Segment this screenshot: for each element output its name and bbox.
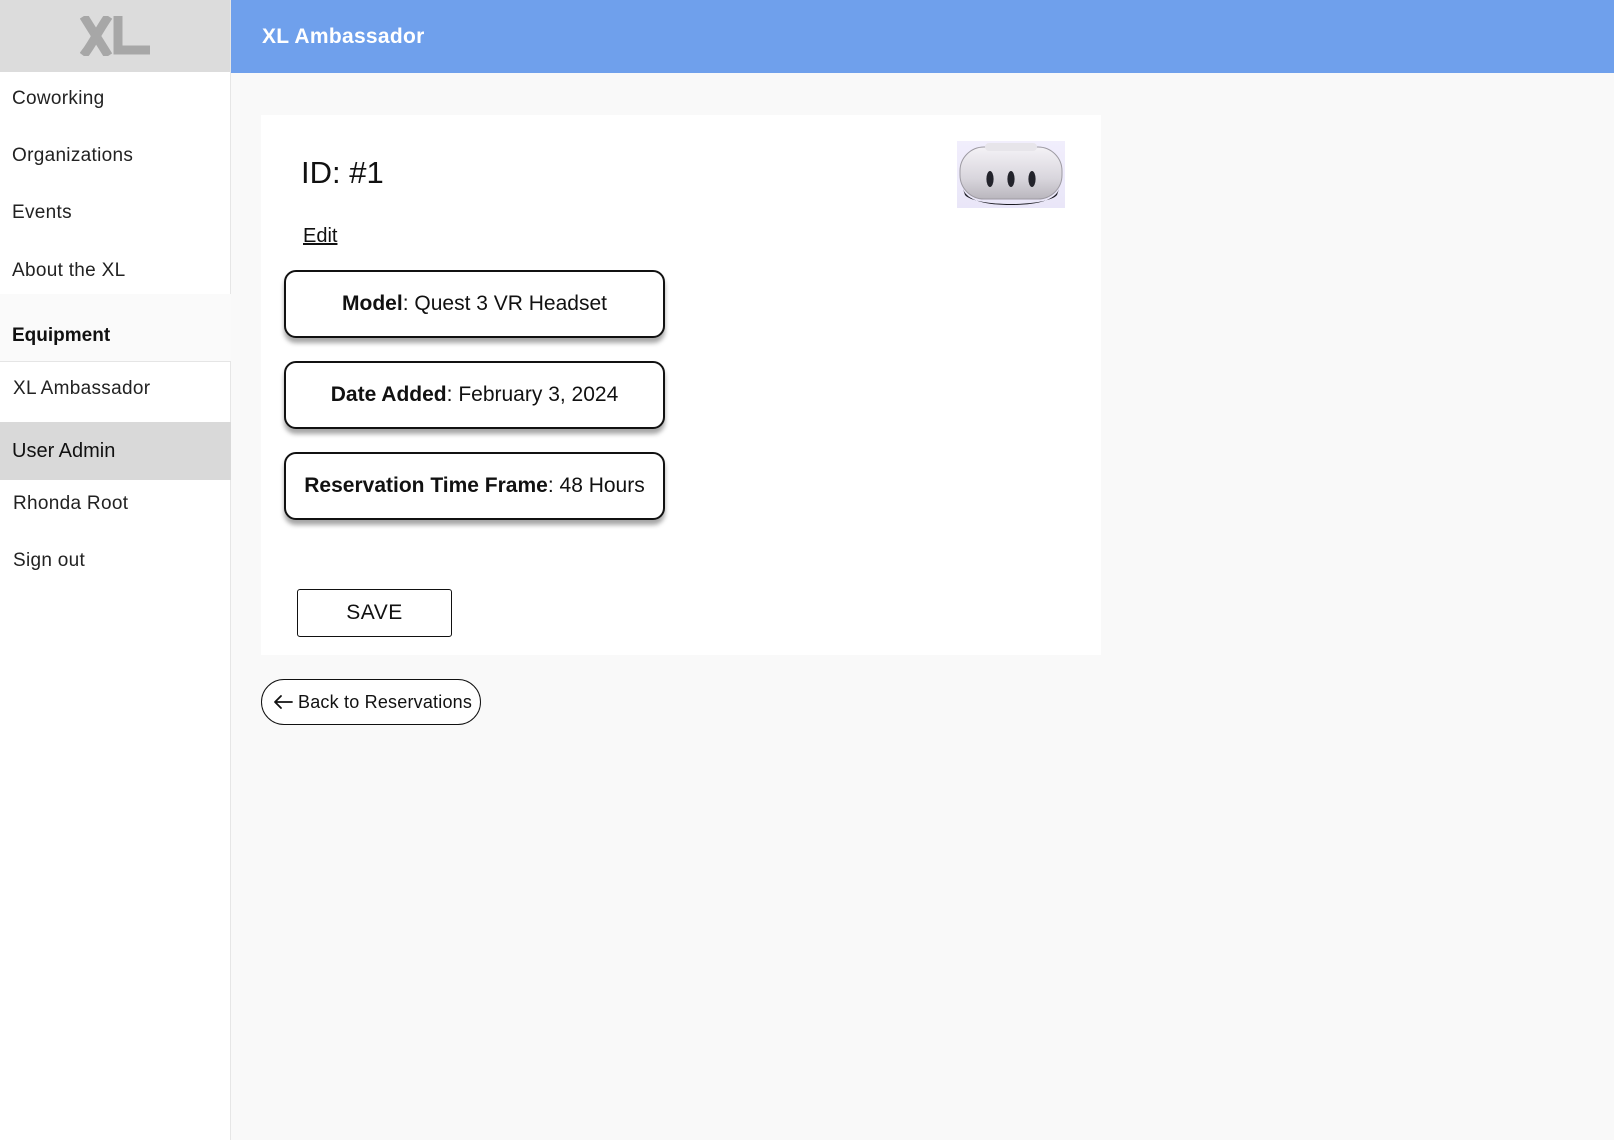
back-to-reservations-label: Back to Reservations (298, 691, 473, 712)
save-button[interactable]: SAVE (297, 589, 452, 637)
field-separator: : (402, 292, 409, 315)
section-equipment[interactable]: Equipment (0, 294, 231, 362)
arrow-left-icon (274, 695, 293, 709)
nav-item-coworking[interactable]: Coworking (0, 88, 104, 110)
edit-link[interactable]: Edit (303, 225, 337, 248)
logo-container[interactable] (0, 0, 230, 72)
nav-item-about[interactable]: About the XL (0, 260, 125, 282)
field-date-added: Date Added: February 3, 2024 (284, 361, 665, 429)
header-title: XL Ambassador (262, 24, 425, 48)
back-to-reservations-button[interactable]: Back to Reservations (261, 679, 481, 725)
equipment-detail-card: ID: #1 Edit Model: Quest 3 VR Headset Da… (261, 115, 1101, 655)
nav-item-events[interactable]: Events (0, 202, 72, 224)
field-separator: : (446, 383, 453, 406)
field-reservation-time-frame-label: Reservation Time Frame (304, 474, 548, 497)
vr-headset-icon (959, 143, 1063, 205)
nav-item-xl-ambassador[interactable]: XL Ambassador (0, 378, 150, 400)
app-root: Coworking Organizations Events About the… (0, 0, 1614, 1140)
field-model-value: Quest 3 VR Headset (414, 292, 607, 315)
record-id: ID: #1 (301, 155, 384, 190)
field-model: Model: Quest 3 VR Headset (284, 270, 665, 338)
sidebar: Coworking Organizations Events About the… (0, 0, 231, 1140)
vr-headset-image (957, 141, 1065, 208)
field-reservation-time-frame-value: 48 Hours (559, 474, 645, 497)
section-user-admin[interactable]: User Admin (0, 422, 231, 480)
field-date-added-label: Date Added (330, 383, 447, 406)
top-header: XL Ambassador (231, 0, 1614, 73)
field-model-label: Model (342, 292, 403, 315)
nav-item-organizations[interactable]: Organizations (0, 145, 133, 167)
xl-logo-icon (80, 16, 150, 56)
field-reservation-time-frame: Reservation Time Frame: 48 Hours (284, 452, 665, 520)
field-date-added-value: February 3, 2024 (458, 383, 619, 406)
nav-item-sign-out[interactable]: Sign out (0, 550, 85, 572)
nav-item-user-name[interactable]: Rhonda Root (0, 493, 128, 515)
field-separator: : (547, 474, 554, 497)
